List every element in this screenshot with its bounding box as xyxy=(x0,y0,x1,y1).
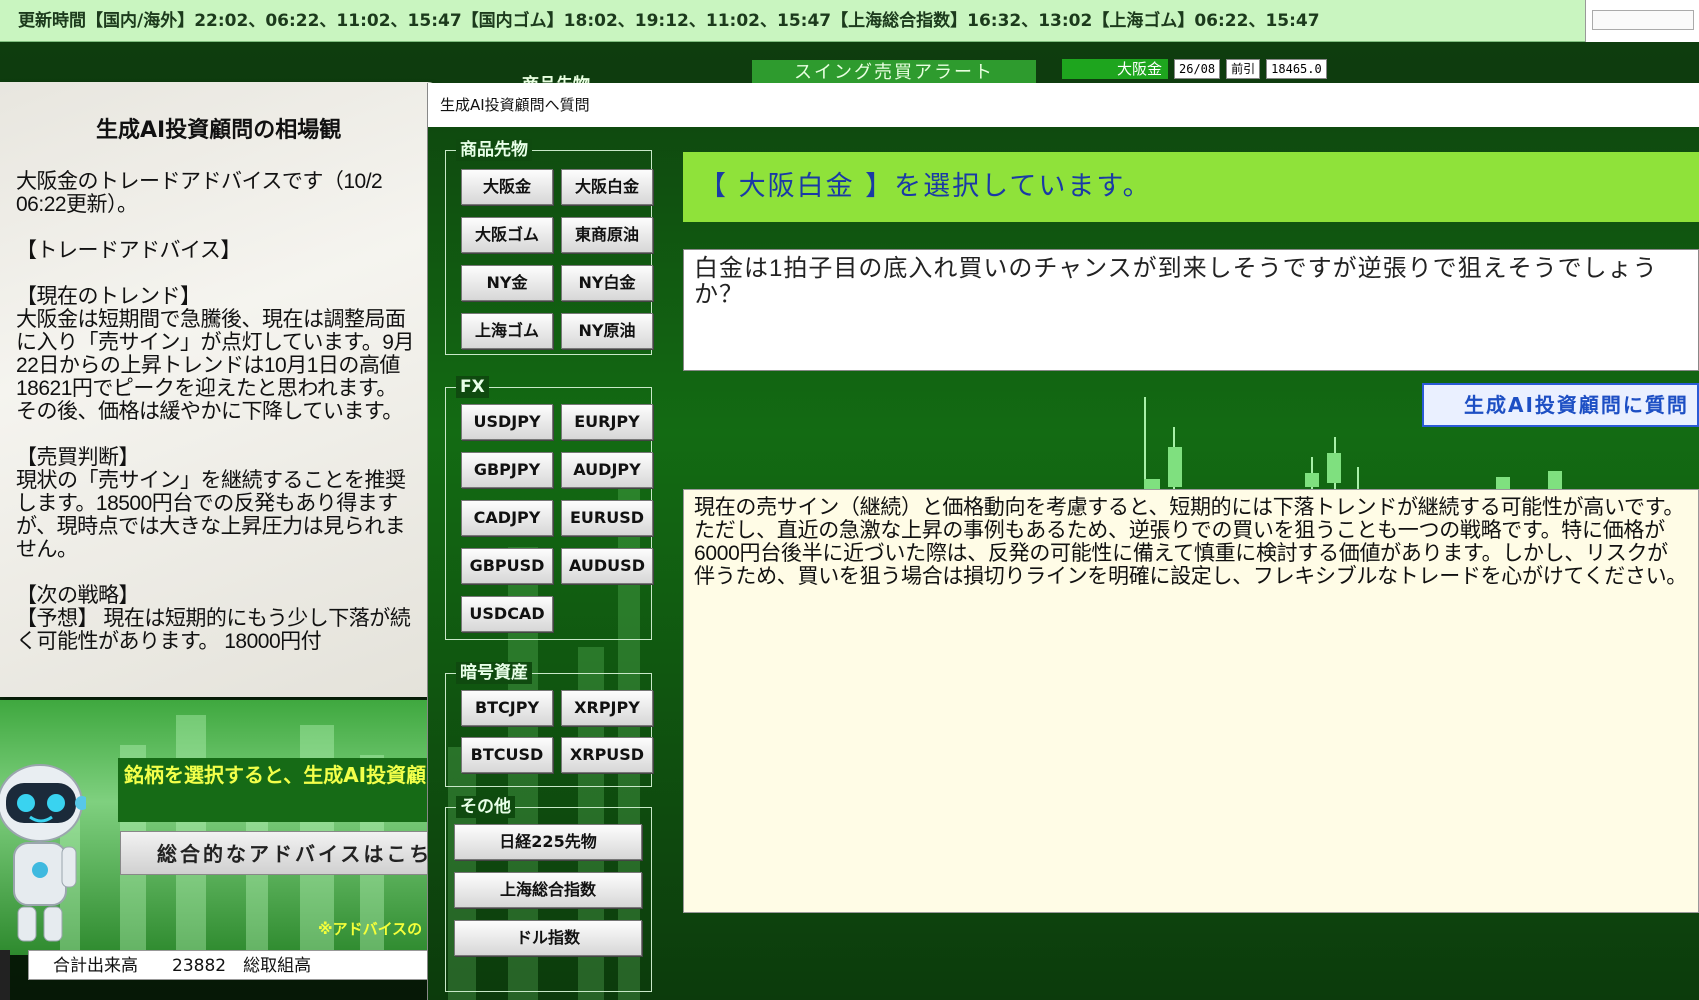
volume-status-field: 合計出来高 23882 総取組高 xyxy=(28,950,428,980)
select-instrument-notice: 銘柄を選択すると、生成AI投資顧問からのアドバイスが表示されます。 xyxy=(118,758,428,822)
ny-platinum-button[interactable]: NY白金 xyxy=(561,265,653,301)
ny-gold-button[interactable]: NY金 xyxy=(461,265,553,301)
other-group: その他 日経225先物 上海総合指数 ドル指数 xyxy=(445,796,652,992)
crypto-group-label: 暗号資産 xyxy=(456,662,532,684)
advice-disclaimer-note: ※アドバイスの xyxy=(318,920,423,938)
eurjpy-button[interactable]: EURJPY xyxy=(561,404,653,440)
price-session: 前引 xyxy=(1226,59,1261,79)
btcusd-button[interactable]: BTCUSD xyxy=(461,737,553,773)
general-advice-button[interactable]: 総合的なアドバイスはこちら xyxy=(120,831,430,875)
selection-banner: 【 大阪白金 】を選択しています。 xyxy=(683,152,1699,222)
dialog-title: 生成AI投資顧問へ質問 xyxy=(428,83,1699,127)
fx-group-label: FX xyxy=(456,376,489,398)
btcjpy-button[interactable]: BTCJPY xyxy=(461,690,553,726)
update-times-bar: 更新時間【国内/海外】22:02、06:22、11:02、15:47【国内ゴム】… xyxy=(0,0,1585,42)
xrpusd-button[interactable]: XRPUSD xyxy=(561,737,653,773)
cadjpy-button[interactable]: CADJPY xyxy=(461,500,553,536)
status-edge xyxy=(0,950,10,1000)
osaka-rubber-button[interactable]: 大阪ゴム xyxy=(461,217,553,253)
ny-crude-button[interactable]: NY原油 xyxy=(561,313,653,349)
tocom-crude-button[interactable]: 東商原油 xyxy=(561,217,653,253)
answer-text: 現在の売サイン（継続）と価格動向を考慮すると、短期的には下落トレンドが継続する可… xyxy=(683,489,1699,913)
price-contract-month: 26/08 xyxy=(1174,59,1221,79)
price-value: 18465.0 xyxy=(1266,59,1327,79)
osaka-gold-button[interactable]: 大阪金 xyxy=(461,169,553,205)
market-view-text: 大阪金のトレードアドバイスです（10/2 06:22更新）。 【トレードアドバイ… xyxy=(16,170,414,653)
commodity-group: 商品先物 大阪金 大阪白金 大阪ゴム 東商原油 NY金 NY白金 上海ゴム NY… xyxy=(445,139,653,355)
shanghai-composite-button[interactable]: 上海総合指数 xyxy=(454,872,642,908)
gbpusd-button[interactable]: GBPUSD xyxy=(461,548,553,584)
usdcad-button[interactable]: USDCAD xyxy=(461,596,553,632)
nikkei225-futures-button[interactable]: 日経225先物 xyxy=(454,824,642,860)
other-group-label: その他 xyxy=(456,796,515,818)
market-view-title: 生成AI投資顧問の相場観 xyxy=(96,118,342,143)
audjpy-button[interactable]: AUDJPY xyxy=(561,452,653,488)
shanghai-rubber-button[interactable]: 上海ゴム xyxy=(461,313,553,349)
price-instrument-name: 大阪金 xyxy=(1062,59,1168,79)
xrpjpy-button[interactable]: XRPJPY xyxy=(561,690,653,726)
osaka-platinum-button[interactable]: 大阪白金 xyxy=(561,169,653,205)
dollar-index-button[interactable]: ドル指数 xyxy=(454,920,642,956)
price-row: 大阪金 26/08 前引 18465.0 xyxy=(1062,59,1327,79)
ask-ai-advisor-button[interactable]: 生成AI投資顧問に質問 xyxy=(1422,383,1699,427)
robot-mascot-icon xyxy=(0,764,86,942)
commodity-group-label: 商品先物 xyxy=(456,139,532,161)
fx-group: FX USDJPY EURJPY GBPJPY AUDJPY CADJPY EU… xyxy=(445,376,653,640)
gbpjpy-button[interactable]: GBPJPY xyxy=(461,452,553,488)
question-input[interactable]: 白金は1拍子目の底入れ買いのチャンスが到来しそうですが逆張りで狙えそうでしょうか… xyxy=(683,249,1699,371)
topbar-right-field[interactable] xyxy=(1592,10,1694,30)
audusd-button[interactable]: AUDUSD xyxy=(561,548,653,584)
usdjpy-button[interactable]: USDJPY xyxy=(461,404,553,440)
crypto-group: 暗号資産 BTCJPY XRPJPY BTCUSD XRPUSD xyxy=(445,662,653,787)
eurusd-button[interactable]: EURUSD xyxy=(561,500,653,536)
